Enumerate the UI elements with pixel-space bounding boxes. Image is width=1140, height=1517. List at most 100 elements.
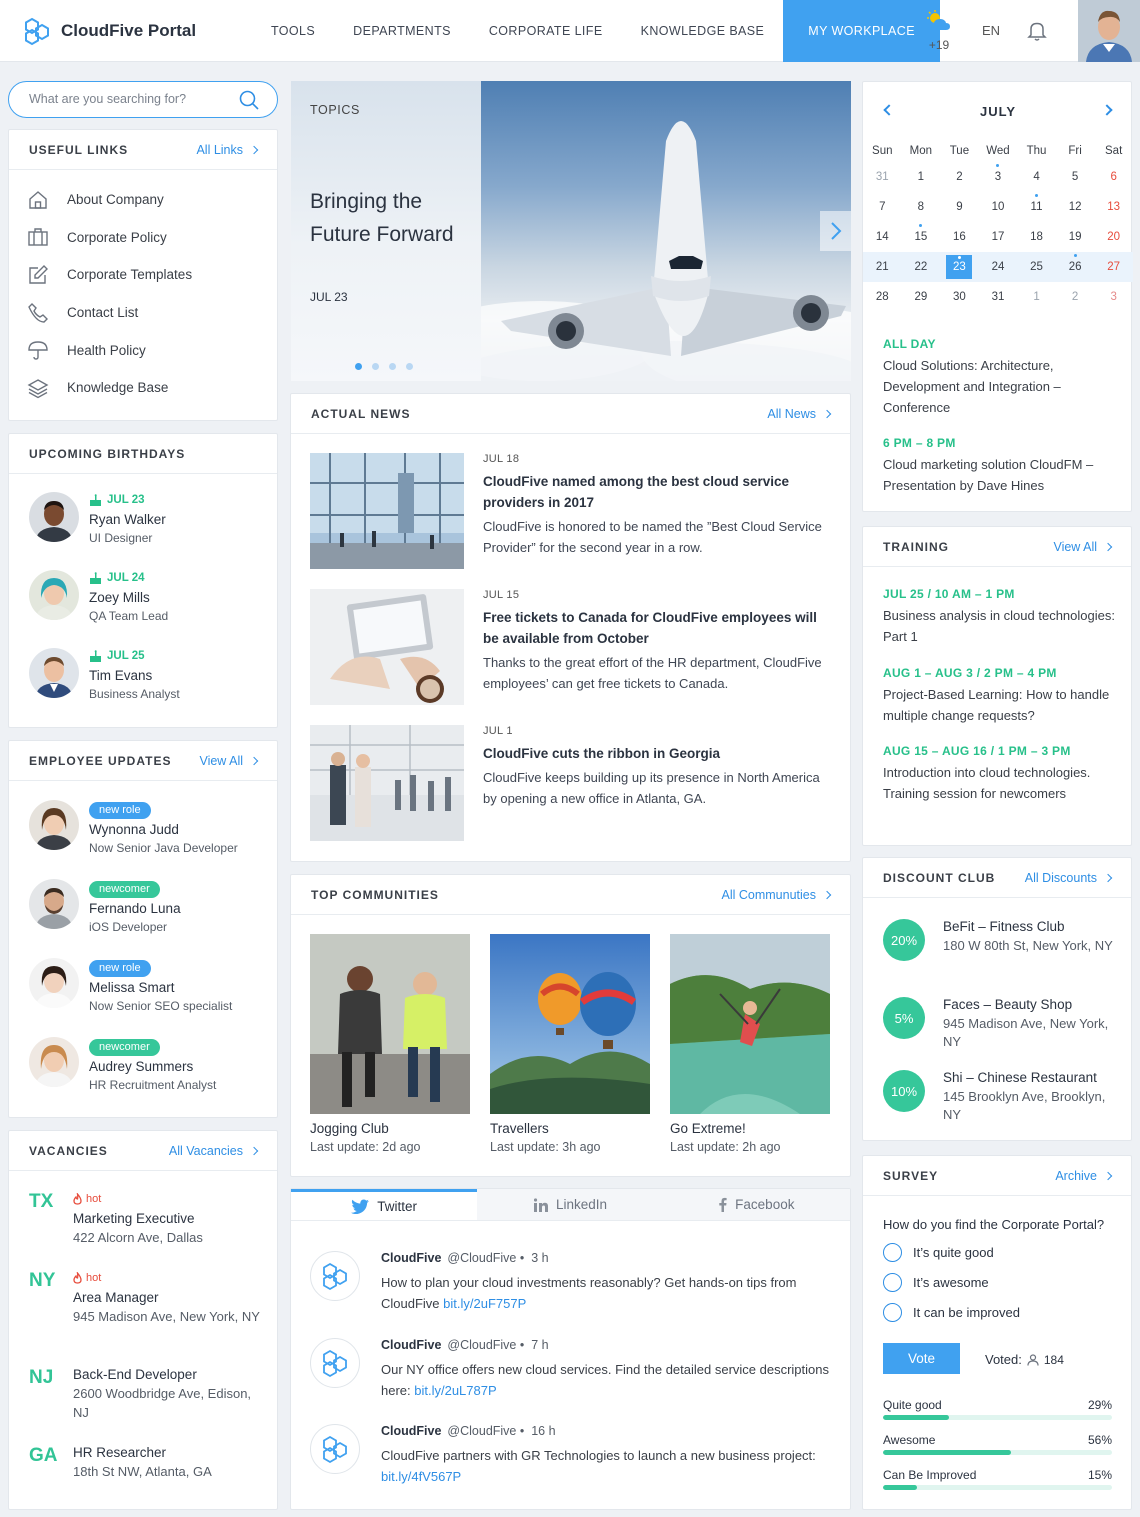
vacancy-item[interactable]: GA HR Researcher 18th St NW, Atlanta, GA xyxy=(29,1445,263,1481)
news-headline[interactable]: CloudFive named among the best cloud ser… xyxy=(483,471,828,513)
discount-item[interactable]: 10% Shi – Chinese Restaurant 145 Brookly… xyxy=(883,1070,1123,1124)
calendar-day[interactable]: 5 xyxy=(1056,166,1095,188)
calendar-event[interactable]: ALL DAY Cloud Solutions: Architecture, D… xyxy=(883,337,1118,418)
calendar-day[interactable]: 18 xyxy=(1017,226,1056,248)
radio-button[interactable] xyxy=(883,1303,902,1322)
calendar-day[interactable]: 1 xyxy=(902,166,941,188)
community-item[interactable]: Go Extreme! Last update: 2h ago xyxy=(670,934,830,1154)
birthday-item[interactable]: JUL 23 Ryan Walker UI Designer xyxy=(29,492,166,545)
link-corporate-templates[interactable]: Corporate Templates xyxy=(9,256,277,294)
calendar-day[interactable]: 7 xyxy=(863,196,902,218)
calendar-day[interactable]: 21 xyxy=(863,256,902,278)
calendar-day[interactable]: 30 xyxy=(940,286,979,308)
calendar-day[interactable]: 4 xyxy=(1017,166,1056,188)
tweet-link[interactable]: bit.ly/2uF757P xyxy=(443,1296,526,1311)
calendar-day[interactable]: 17 xyxy=(979,226,1018,248)
calendar-day[interactable]: 1 xyxy=(1017,286,1056,308)
calendar-day[interactable]: 13 xyxy=(1094,196,1133,218)
calendar-day[interactable]: 2 xyxy=(940,166,979,188)
vacancy-item[interactable]: NY hot Area Manager 945 Madison Ave, New… xyxy=(29,1270,263,1326)
radio-button[interactable] xyxy=(883,1243,902,1262)
view-all-training-link[interactable]: View All xyxy=(1053,540,1113,554)
vacancy-item[interactable]: NJ Back-End Developer 2600 Woodbridge Av… xyxy=(29,1367,263,1422)
birthday-item[interactable]: JUL 24 Zoey Mills QA Team Lead xyxy=(29,570,168,623)
user-avatar[interactable] xyxy=(1078,0,1140,62)
calendar-day[interactable]: 10 xyxy=(979,196,1018,218)
vacancy-item[interactable]: TX hot Marketing Executive 422 Alcorn Av… xyxy=(29,1191,263,1247)
calendar-day[interactable]: 8 xyxy=(902,196,941,218)
search-input[interactable] xyxy=(29,92,229,106)
link-about-company[interactable]: About Company xyxy=(9,181,277,219)
calendar-day[interactable]: 16 xyxy=(940,226,979,248)
news-headline[interactable]: Free tickets to Canada for CloudFive emp… xyxy=(483,607,828,649)
logo[interactable]: CloudFive Portal xyxy=(22,16,196,46)
news-item[interactable]: JUL 18 CloudFive named among the best cl… xyxy=(310,453,828,569)
tweet-item[interactable]: CloudFive @CloudFive • 16 h CloudFive par… xyxy=(310,1424,829,1487)
tab-linkedin[interactable]: LinkedIn xyxy=(477,1189,664,1220)
calendar-day[interactable]: 15 xyxy=(902,224,941,248)
birthday-item[interactable]: JUL 25 Tim Evans Business Analyst xyxy=(29,648,180,701)
link-contact-list[interactable]: Contact List xyxy=(9,294,277,332)
tweet-link[interactable]: bit.ly/2uL787P xyxy=(414,1383,496,1398)
discount-item[interactable]: 5% Faces – Beauty Shop 945 Madison Ave, … xyxy=(883,997,1123,1051)
calendar-event[interactable]: 6 PM – 8 PM Cloud marketing solution Clo… xyxy=(883,436,1118,496)
calendar-day[interactable]: 11 xyxy=(1017,194,1056,218)
calendar-day[interactable]: 14 xyxy=(863,226,902,248)
calendar-day[interactable]: 31 xyxy=(863,166,902,188)
slider-dot[interactable] xyxy=(355,363,362,370)
survey-archive-link[interactable]: Archive xyxy=(1055,1169,1113,1183)
slider-next-button[interactable] xyxy=(820,211,851,251)
discount-item[interactable]: 20% BeFit – Fitness Club 180 W 80th St, … xyxy=(883,919,1123,961)
tab-facebook[interactable]: Facebook xyxy=(663,1189,850,1220)
update-item[interactable]: newcomer Fernando Luna iOS Developer xyxy=(29,879,181,934)
calendar-day[interactable]: 12 xyxy=(1056,196,1095,218)
training-item[interactable]: JUL 25 / 10 AM – 1 PM Business analysis … xyxy=(883,587,1123,647)
calendar-day[interactable]: 9 xyxy=(940,196,979,218)
calendar-day[interactable]: 31 xyxy=(979,286,1018,308)
survey-option[interactable]: It can be improved xyxy=(883,1303,1020,1322)
survey-option[interactable]: It’s awesome xyxy=(883,1273,989,1292)
nav-my-workplace[interactable]: MY WORKPLACE xyxy=(783,0,940,62)
link-health-policy[interactable]: Health Policy xyxy=(9,331,277,369)
calendar-day[interactable]: 2 xyxy=(1056,286,1095,308)
vote-button[interactable]: Vote xyxy=(883,1343,960,1374)
link-corporate-policy[interactable]: Corporate Policy xyxy=(9,219,277,257)
calendar-day[interactable]: 20 xyxy=(1094,226,1133,248)
calendar-day[interactable]: 3 xyxy=(979,164,1018,188)
all-vacancies-link[interactable]: All Vacancies xyxy=(169,1144,259,1158)
calendar-day[interactable]: 3 xyxy=(1094,286,1133,308)
all-discounts-link[interactable]: All Discounts xyxy=(1025,871,1113,885)
calendar-day[interactable]: 28 xyxy=(863,286,902,308)
community-item[interactable]: Jogging Club Last update: 2d ago xyxy=(310,934,470,1154)
calendar-day[interactable]: 6 xyxy=(1094,166,1133,188)
training-item[interactable]: AUG 1 – AUG 3 / 2 PM – 4 PM Project-Base… xyxy=(883,666,1123,726)
update-item[interactable]: new role Melissa Smart Now Senior SEO sp… xyxy=(29,958,232,1013)
calendar-day[interactable]: 19 xyxy=(1056,226,1095,248)
tweet-link[interactable]: bit.ly/4fV567P xyxy=(381,1469,461,1484)
nav-corporate-life[interactable]: CORPORATE LIFE xyxy=(470,0,622,62)
search-icon[interactable] xyxy=(239,90,259,110)
view-all-updates-link[interactable]: View All xyxy=(199,754,259,768)
calendar-day[interactable]: 24 xyxy=(979,256,1018,278)
all-news-link[interactable]: All News xyxy=(767,407,832,421)
slider-dot[interactable] xyxy=(406,363,413,370)
nav-tools[interactable]: TOOLS xyxy=(252,0,334,62)
tweet-item[interactable]: CloudFive @CloudFive • 7 h Our NY office … xyxy=(310,1338,829,1401)
all-communities-link[interactable]: All Communuties xyxy=(722,888,832,902)
link-knowledge-base[interactable]: Knowledge Base xyxy=(9,369,277,407)
hero-slider[interactable]: TOPICS Bringing the Future Forward JUL 2… xyxy=(291,81,851,381)
news-item[interactable]: JUL 1 CloudFive cuts the ribbon in Georg… xyxy=(310,725,828,841)
training-item[interactable]: AUG 15 – AUG 16 / 1 PM – 3 PM Introducti… xyxy=(883,744,1123,804)
nav-knowledge-base[interactable]: KNOWLEDGE BASE xyxy=(622,0,784,62)
calendar-day[interactable]: 22 xyxy=(902,256,941,278)
calendar-day[interactable]: 26 xyxy=(1056,254,1095,278)
update-item[interactable]: newcomer Audrey Summers HR Recruitment A… xyxy=(29,1037,216,1092)
nav-departments[interactable]: DEPARTMENTS xyxy=(334,0,470,62)
language-switch[interactable]: EN xyxy=(982,23,1000,38)
weather-widget[interactable]: +19 xyxy=(924,10,954,52)
tweet-item[interactable]: CloudFive @CloudFive • 3 h How to plan yo… xyxy=(310,1251,829,1314)
news-headline[interactable]: CloudFive cuts the ribbon in Georgia xyxy=(483,743,828,764)
calendar-day[interactable]: 27 xyxy=(1094,256,1133,278)
community-item[interactable]: Travellers Last update: 3h ago xyxy=(490,934,650,1154)
slider-dot[interactable] xyxy=(389,363,396,370)
